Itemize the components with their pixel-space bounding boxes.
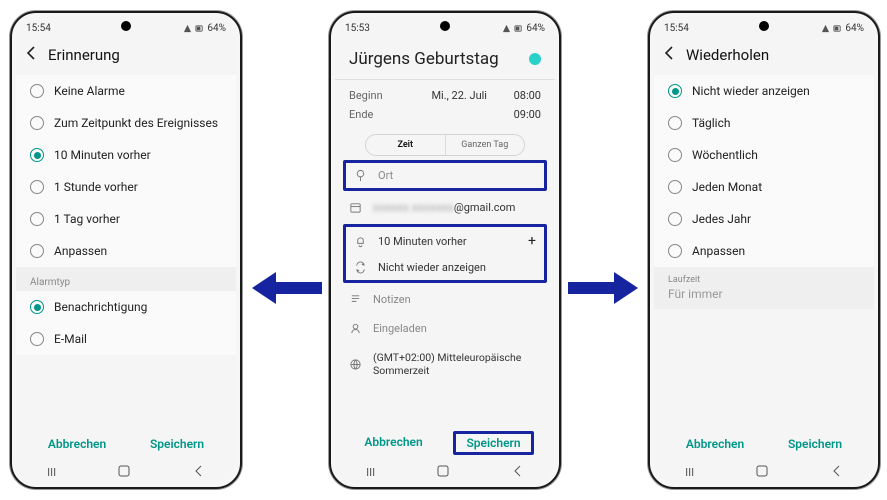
calendar-icon — [349, 201, 363, 214]
reminder-option[interactable]: Zum Zeitpunkt des Ereignisses — [16, 107, 236, 139]
seg-time[interactable]: Zeit — [366, 135, 445, 155]
pin-icon — [354, 169, 368, 182]
repeat-options: Nicht wieder anzeigen Täglich Wöchentlic… — [654, 75, 874, 267]
back-icon[interactable] — [24, 45, 40, 65]
repeat-row[interactable]: Nicht wieder anzeigen — [346, 255, 544, 280]
clock: 15:54 — [26, 23, 51, 34]
runtime-block[interactable]: Laufzeit Für immer — [654, 267, 874, 309]
notes-label: Notizen — [373, 293, 411, 306]
reminder-option[interactable]: 10 Minuten vorher — [16, 139, 236, 171]
cancel-button[interactable]: Abbrechen — [356, 431, 430, 455]
alarm-type-option[interactable]: Benachrichtigung — [16, 291, 236, 323]
action-bar: Abbrechen Speichern — [16, 427, 236, 461]
screen-header: Erinnerung — [16, 39, 236, 75]
arrow-left-icon — [252, 270, 322, 306]
reminder-option[interactable]: 1 Tag vorher — [16, 203, 236, 235]
account-blurred: xxxxxx.xxxxxxx — [373, 201, 454, 214]
calendar-color-dot[interactable] — [529, 53, 541, 65]
arrow-right-icon — [568, 270, 638, 306]
runtime-label: Laufzeit — [668, 275, 860, 285]
phone-reminder: 15:54 64% Erinnerung Keine Alarme Zum Ze… — [10, 11, 242, 489]
camera-notch — [121, 21, 131, 31]
nav-back-icon[interactable] — [193, 465, 205, 480]
save-button[interactable]: Speichern — [780, 433, 850, 455]
back-icon[interactable] — [662, 45, 678, 65]
nav-back-icon[interactable] — [512, 465, 524, 480]
nav-back-icon[interactable] — [831, 465, 843, 480]
event-title[interactable]: Jürgens Geburtstag — [349, 49, 499, 69]
home-icon[interactable] — [437, 465, 449, 480]
home-icon[interactable] — [756, 465, 768, 480]
alarm-type-label: Alarmtyp — [16, 267, 236, 291]
invited-label: Eingeladen — [373, 322, 427, 335]
person-icon — [349, 322, 363, 335]
location-highlight: Ort — [343, 160, 547, 191]
begin-date[interactable]: Mi., 22. Juli — [383, 89, 497, 102]
repeat-icon — [354, 261, 368, 274]
begin-time[interactable]: 08:00 — [497, 89, 541, 102]
alarm-type-option[interactable]: E-Mail — [16, 323, 236, 355]
end-time[interactable]: 09:00 — [497, 108, 541, 121]
end-label: Ende — [349, 108, 373, 121]
phone-event-editor: 15:53 64% Jürgens Geburtstag Beginn Mi.,… — [329, 11, 561, 489]
save-button[interactable]: Speichern — [453, 431, 533, 455]
invited-row[interactable]: Eingeladen — [335, 314, 555, 343]
repeat-option[interactable]: Anpassen — [654, 235, 874, 267]
camera-notch — [759, 21, 769, 31]
android-nav: III — [335, 463, 555, 481]
page-title: Wiederholen — [686, 46, 769, 64]
action-bar: Abbrechen Speichern — [654, 427, 874, 461]
home-icon[interactable] — [118, 465, 130, 480]
seg-allday[interactable]: Ganzen Tag — [446, 135, 525, 155]
android-nav: III — [654, 463, 874, 481]
action-bar: Abbrechen Speichern — [335, 425, 555, 461]
recents-icon[interactable]: III — [366, 466, 375, 479]
page-title: Erinnerung — [48, 46, 120, 64]
notes-row[interactable]: Notizen — [335, 285, 555, 314]
repeat-option[interactable]: Jedes Jahr — [654, 203, 874, 235]
datetime-block: Beginn Mi., 22. Juli 08:00 Ende 09:00 — [335, 82, 555, 128]
status-icons: 64% — [502, 23, 545, 34]
alarm-type-options: Benachrichtigung E-Mail — [16, 291, 236, 355]
bell-icon — [354, 235, 368, 248]
notes-icon — [349, 293, 363, 306]
camera-notch — [440, 21, 450, 31]
add-reminder-icon[interactable]: + — [528, 233, 536, 249]
reminder-text: 10 Minuten vorher — [378, 235, 467, 248]
reminder-option[interactable]: 1 Stunde vorher — [16, 171, 236, 203]
runtime-value: Für immer — [668, 287, 860, 301]
account-suffix: @gmail.com — [454, 201, 516, 214]
clock: 15:53 — [345, 23, 370, 34]
repeat-option[interactable]: Täglich — [654, 107, 874, 139]
event-header: Jürgens Geburtstag — [335, 39, 555, 73]
reminder-option[interactable]: Keine Alarme — [16, 75, 236, 107]
cancel-button[interactable]: Abbrechen — [40, 433, 114, 455]
reminder-repeat-highlight: 10 Minuten vorher + Nicht wieder anzeige… — [343, 224, 547, 283]
repeat-option[interactable]: Wöchentlich — [654, 139, 874, 171]
phone-repeat: 15:54 64% Wiederholen Nicht wieder anzei… — [648, 11, 880, 489]
cancel-button[interactable]: Abbrechen — [678, 433, 752, 455]
clock: 15:54 — [664, 23, 689, 34]
reminder-row[interactable]: 10 Minuten vorher + — [346, 227, 544, 255]
time-allday-toggle[interactable]: Zeit Ganzen Tag — [365, 134, 525, 156]
status-icons: 64% — [183, 23, 226, 34]
begin-label: Beginn — [349, 89, 383, 102]
reminder-options: Keine Alarme Zum Zeitpunkt des Ereigniss… — [16, 75, 236, 267]
globe-icon — [349, 358, 363, 371]
timezone-text: (GMT+02:00) Mitteleuropäische Sommerzeit — [373, 351, 541, 377]
account-row[interactable]: xxxxxx.xxxxxxx@gmail.com — [335, 193, 555, 222]
repeat-text: Nicht wieder anzeigen — [378, 261, 486, 274]
repeat-option[interactable]: Jeden Monat — [654, 171, 874, 203]
location-label: Ort — [378, 169, 393, 182]
location-row[interactable]: Ort — [346, 163, 544, 188]
reminder-option[interactable]: Anpassen — [16, 235, 236, 267]
save-button[interactable]: Speichern — [142, 433, 212, 455]
timezone-row[interactable]: (GMT+02:00) Mitteleuropäische Sommerzeit — [335, 343, 555, 385]
android-nav: III — [16, 463, 236, 481]
recents-icon[interactable]: III — [47, 466, 56, 479]
status-icons: 64% — [821, 23, 864, 34]
recents-icon[interactable]: III — [685, 466, 694, 479]
repeat-option[interactable]: Nicht wieder anzeigen — [654, 75, 874, 107]
screen-header: Wiederholen — [654, 39, 874, 75]
